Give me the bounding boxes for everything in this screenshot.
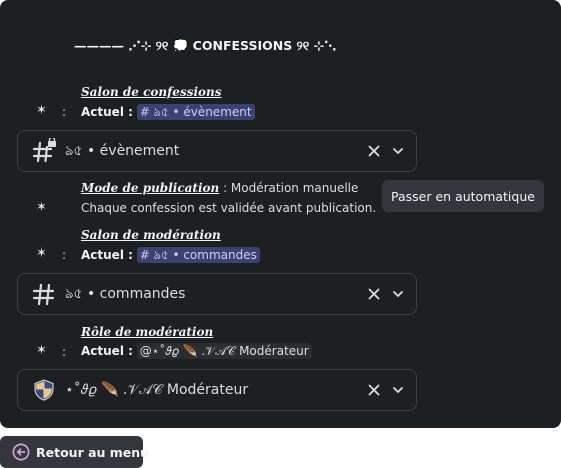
current-label: Actuel : — [81, 248, 133, 262]
moderation-role-title: Rôle de modération — [81, 325, 214, 339]
current-label: Actuel : — [81, 344, 133, 358]
switch-automatic-button[interactable]: Passer en automatique — [382, 180, 544, 212]
channel-mention[interactable]: # ঌ৫ • commandes — [136, 247, 260, 263]
channel-mention[interactable]: # ঌ৫ • évènement — [136, 104, 255, 120]
moderation-role-current: Actuel : @⋆˚𝜗𝜚 🪶 .𝒱𝒜𝒞 Modérateur — [81, 343, 312, 359]
select-value: ⋆˚𝜗𝜚 🪶 .𝒱𝒜𝒞 Modérateur — [65, 382, 249, 398]
moderation-channel-title: Salon de modération — [81, 228, 221, 242]
bullet-icon: ✶ — [36, 343, 47, 358]
close-icon[interactable] — [366, 286, 382, 302]
separator-colon: : — [62, 105, 67, 119]
moderation-channel-current: Actuel : # ঌ৫ • commandes — [81, 247, 260, 267]
shield-icon — [31, 377, 57, 403]
chevron-down-icon[interactable] — [390, 286, 406, 302]
current-label: Actuel : — [81, 105, 133, 119]
moderation-channel-select[interactable]: ঌ৫ • commandes — [17, 273, 417, 315]
confession-channel-title: Salon de confessions — [81, 85, 222, 99]
publication-mode-line: Mode de publication : Modération manuell… — [81, 181, 358, 195]
bullet-icon: ✶ — [36, 200, 47, 215]
publication-mode-value: : Modération manuelle — [223, 181, 359, 195]
confession-channel-select[interactable]: ঌ৫ • évènement — [17, 130, 417, 172]
settings-panel: ———— ⋰⊹ ୨୧ 💭 CONFESSIONS ୨୧ ⊹⋱ Salon de … — [0, 0, 561, 428]
select-value: ঌ৫ • évènement — [65, 143, 180, 159]
hash-lock-icon — [31, 138, 57, 164]
close-icon[interactable] — [366, 143, 382, 159]
panel-header: ———— ⋰⊹ ୨୧ 💭 CONFESSIONS ୨୧ ⊹⋱ — [74, 38, 337, 53]
chevron-down-icon[interactable] — [390, 382, 406, 398]
separator-colon: : — [62, 345, 67, 359]
close-icon[interactable] — [366, 382, 382, 398]
back-button-label: Retour au menu — [36, 444, 150, 460]
bullet-icon: ✶ — [36, 103, 47, 118]
publication-mode-description: Chaque confession est validée avant publ… — [81, 201, 377, 215]
role-mention[interactable]: @⋆˚𝜗𝜚 🪶 .𝒱𝒜𝒞 Modérateur — [136, 343, 312, 359]
bullet-icon: ✶ — [36, 246, 47, 261]
chevron-down-icon[interactable] — [390, 143, 406, 159]
confession-channel-current: Actuel : # ঌ৫ • évènement — [81, 104, 255, 124]
select-value: ঌ৫ • commandes — [65, 286, 186, 302]
publication-mode-title: Mode de publication — [81, 181, 220, 195]
separator-colon: : — [62, 248, 67, 262]
hash-icon — [31, 281, 57, 307]
back-to-menu-button[interactable]: Retour au menu — [0, 436, 149, 468]
arrow-left-circle-icon — [12, 443, 30, 461]
moderation-role-select[interactable]: ⋆˚𝜗𝜚 🪶 .𝒱𝒜𝒞 Modérateur — [17, 369, 417, 411]
